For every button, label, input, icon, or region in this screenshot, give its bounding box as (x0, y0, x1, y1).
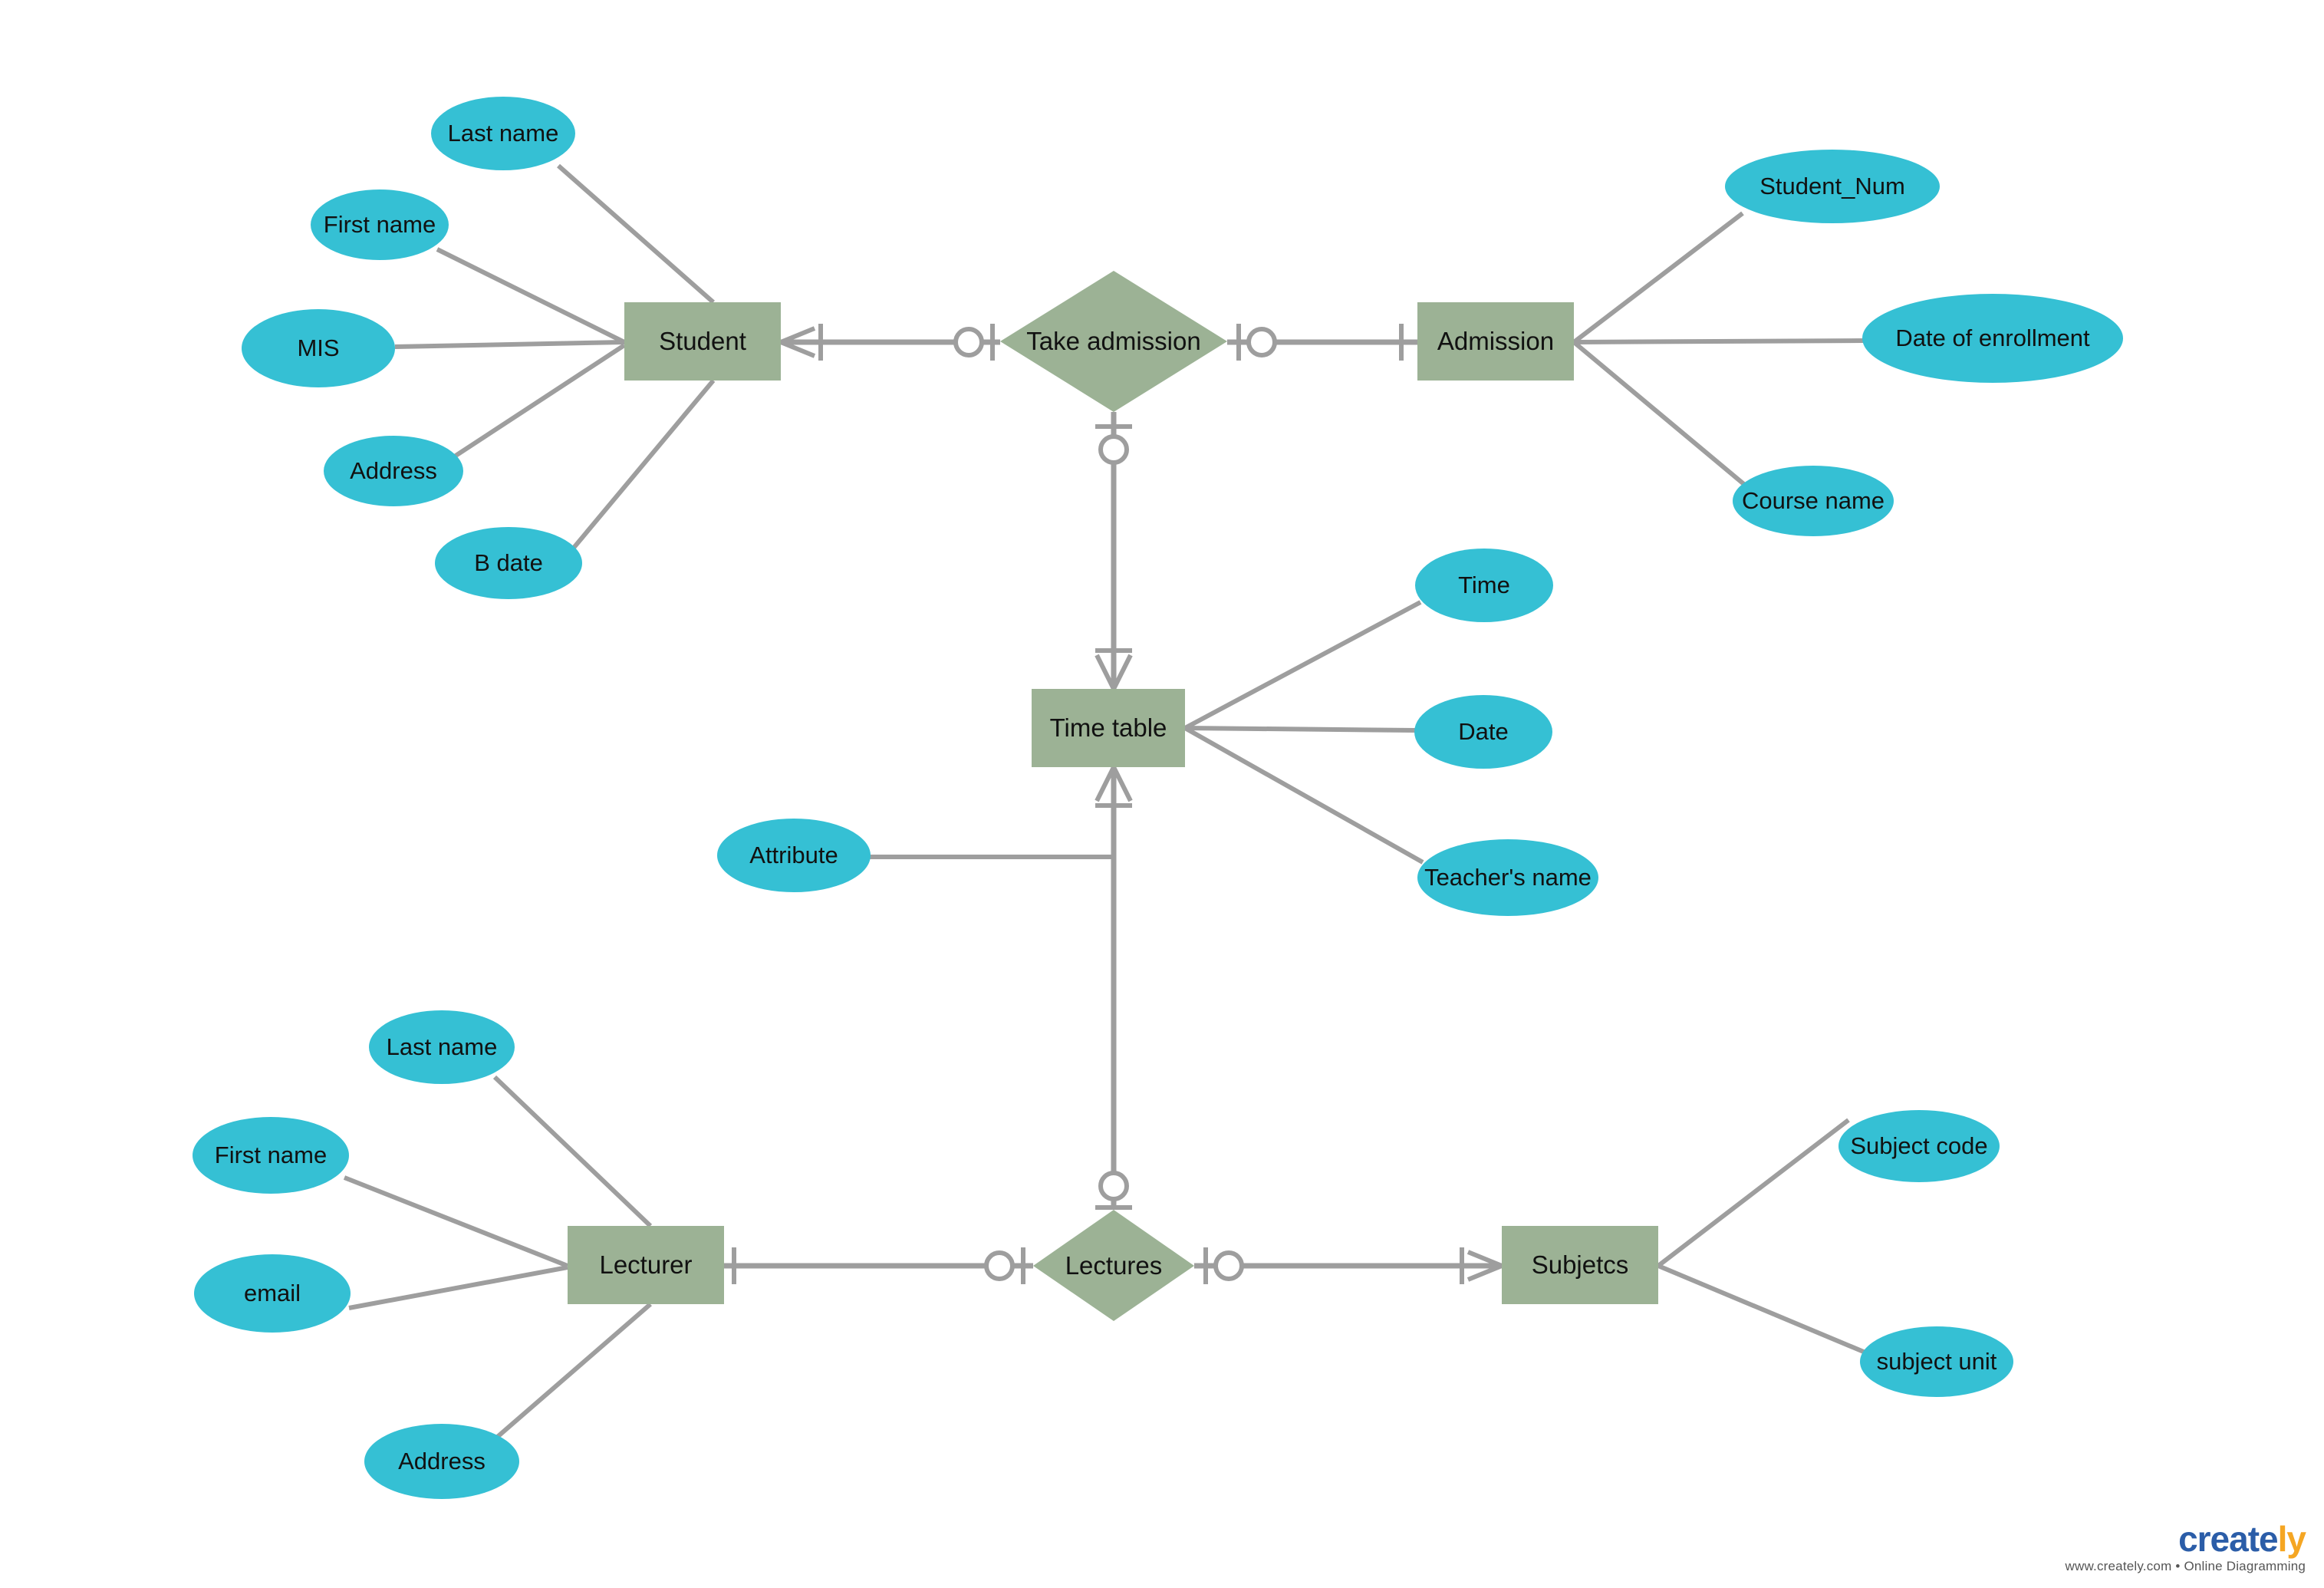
attribute-ellipse-timetable-date[interactable] (1414, 695, 1552, 769)
entity-rect-subjects[interactable] (1502, 1226, 1658, 1304)
creately-watermark: creately www.creately.com • Online Diagr… (2066, 1521, 2306, 1574)
attribute-ellipse-admission-studentnum[interactable] (1725, 150, 1940, 223)
entity-rect-student[interactable] (624, 302, 781, 381)
crowsfoot-subjects-left (1466, 1250, 1503, 1282)
attribute-ellipse-timetable-attribute[interactable] (717, 819, 871, 892)
attribute-ellipse-subjects-subjectunit[interactable] (1860, 1326, 2013, 1397)
line-student-address (452, 343, 626, 460)
line-admission-coursename (1572, 340, 1752, 492)
attribute-ellipse-student-firstname[interactable] (311, 189, 449, 260)
crowsfoot-timetable-top (1095, 654, 1133, 690)
circle-lectures-top (1098, 1171, 1129, 1201)
circle-lectures-left (984, 1250, 1015, 1281)
line-timetable-time (1183, 600, 1422, 730)
entity-rect-lecturer[interactable] (568, 1226, 724, 1304)
line-subjects-subjectunit (1657, 1263, 1867, 1355)
line-admission-studentnum (1572, 211, 1744, 344)
creately-brand-part1: creat (2178, 1519, 2260, 1559)
attribute-ellipse-student-lastname[interactable] (431, 97, 575, 170)
line-student-lastname (557, 163, 715, 305)
crowsfoot-timetable-bottom (1095, 766, 1133, 802)
creately-logo: creately (2066, 1521, 2306, 1557)
line-subjects-subjectcode (1657, 1118, 1850, 1268)
line-student-firstname (436, 247, 626, 344)
relationship-connector-lines (724, 324, 1503, 1284)
relationship-diamond-take-admission[interactable] (1000, 271, 1227, 412)
entity-rect-admission[interactable] (1417, 302, 1574, 381)
creately-brand-part3: ly (2277, 1519, 2306, 1559)
creately-tagline: www.creately.com • Online Diagramming (2065, 1559, 2306, 1573)
circle-takeadmission-right (1246, 327, 1277, 357)
line-lecturer-lastname (492, 1075, 653, 1228)
attribute-ellipse-student-address[interactable] (324, 436, 463, 506)
circle-lectures-right (1213, 1250, 1244, 1281)
line-student-bdate (571, 379, 716, 549)
circle-takeadmission-left (953, 327, 984, 357)
line-timetable-teachersname (1183, 726, 1424, 865)
line-student-mis (394, 340, 625, 349)
line-lecturer-email (348, 1265, 568, 1310)
creately-brand-part2: e (2259, 1519, 2279, 1559)
attribute-ellipse-admission-coursename[interactable] (1733, 466, 1894, 536)
circle-takeadmission-bottom (1098, 434, 1129, 465)
attribute-ellipse-timetable-teachersname[interactable] (1417, 839, 1598, 916)
entity-rect-timetable[interactable] (1032, 689, 1185, 767)
er-diagram-canvas (193, 97, 2123, 1499)
attribute-ellipse-student-mis[interactable] (242, 309, 395, 387)
attribute-ellipse-student-bdate[interactable] (435, 527, 582, 599)
attribute-ellipse-subjects-subjectcode[interactable] (1838, 1110, 2000, 1182)
attribute-ellipse-lecturer-email[interactable] (194, 1254, 351, 1333)
attribute-ellipse-timetable-time[interactable] (1415, 549, 1553, 622)
line-lecturer-address (493, 1302, 652, 1441)
line-lecturer-firstname (343, 1175, 569, 1268)
attribute-ellipse-lecturer-lastname[interactable] (369, 1010, 515, 1084)
relationship-diamond-lectures[interactable] (1033, 1210, 1194, 1321)
line-admission-dateofenrollment (1573, 338, 1865, 344)
attribute-ellipse-lecturer-address[interactable] (364, 1424, 519, 1499)
attribute-ellipse-lecturer-firstname[interactable] (193, 1117, 349, 1194)
attribute-ellipse-admission-dateofenrollment[interactable] (1862, 294, 2123, 383)
crowsfoot-student-side (779, 326, 816, 358)
diagram-shapes (193, 97, 2123, 1499)
line-timetable-date (1184, 726, 1417, 733)
